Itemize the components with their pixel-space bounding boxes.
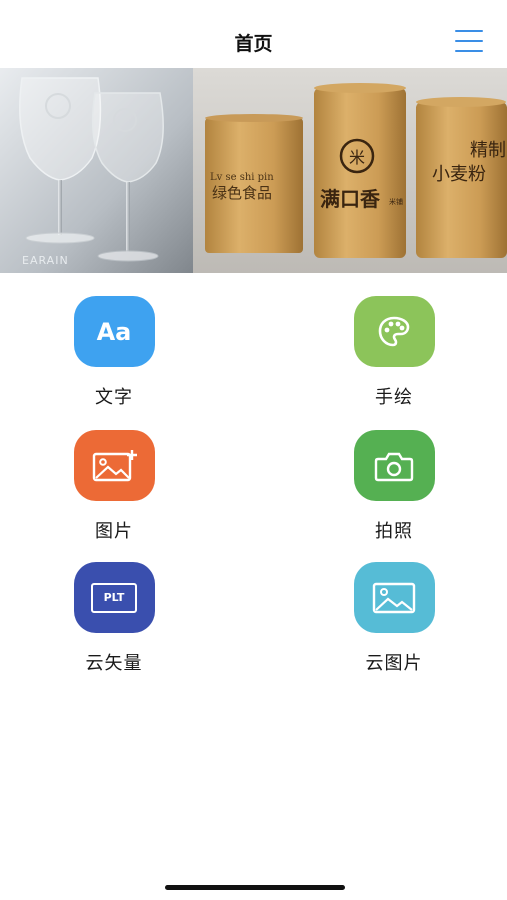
page-title: 首页 <box>234 32 273 55</box>
text-aa-glyph: Aa <box>96 317 132 346</box>
feature-cloud-vector[interactable]: PLT 云矢量 <box>54 562 174 682</box>
camera-icon-glyph <box>374 452 414 481</box>
text-aa-icon[interactable]: Aa <box>73 296 155 367</box>
feature-camera[interactable]: 拍照 <box>334 430 454 550</box>
feature-label: 云矢量 <box>85 653 143 674</box>
feature-label: 图片 <box>95 521 133 542</box>
home-indicator[interactable] <box>165 885 345 890</box>
svg-text:小麦粉: 小麦粉 <box>432 164 486 185</box>
feature-label: 文字 <box>95 387 133 408</box>
feature-image[interactable]: 图片 <box>54 430 174 550</box>
svg-text:Lv se shi pin: Lv se shi pin <box>210 172 274 183</box>
plt-glyph: PLT <box>103 591 125 604</box>
feature-cloud-image[interactable]: 云图片 <box>334 562 454 682</box>
feature-label: 手绘 <box>375 387 413 408</box>
svg-text:满口香: 满口香 <box>320 187 381 211</box>
navigation-bar: 首页 <box>0 0 507 68</box>
feature-label: 云图片 <box>365 653 423 674</box>
cloud-image-icon-glyph <box>372 582 416 613</box>
plt-file-icon[interactable]: PLT <box>73 562 155 633</box>
feature-label: 拍照 <box>375 521 413 542</box>
banner-image[interactable]: EARAIN Lv se shi pin 绿色食品 米 满口香 米铺 精制 小麦… <box>0 68 507 273</box>
banner-watermark: EARAIN <box>22 254 69 267</box>
image-add-icon[interactable] <box>73 430 155 501</box>
banner-photo: EARAIN Lv se shi pin 绿色食品 米 满口香 米铺 精制 小麦… <box>0 68 507 273</box>
feature-text[interactable]: Aa 文字 <box>54 296 174 416</box>
feature-handdraw[interactable]: 手绘 <box>334 296 454 416</box>
palette-icon[interactable] <box>353 296 435 367</box>
app-screen: 首页 EARAIN Lv se shi pin 绿色食品 米 满口香 米铺 精制… <box>0 0 507 900</box>
palette-icon-glyph <box>378 316 410 346</box>
svg-text:米铺: 米铺 <box>389 197 403 206</box>
svg-text:米: 米 <box>349 148 365 167</box>
svg-text:绿色食品: 绿色食品 <box>212 184 272 202</box>
camera-icon[interactable] <box>353 430 435 501</box>
svg-text:精制: 精制 <box>470 140 506 161</box>
hamburger-menu-icon[interactable] <box>455 30 483 52</box>
image-add-icon-glyph <box>92 449 137 481</box>
cloud-image-icon[interactable] <box>353 562 435 633</box>
